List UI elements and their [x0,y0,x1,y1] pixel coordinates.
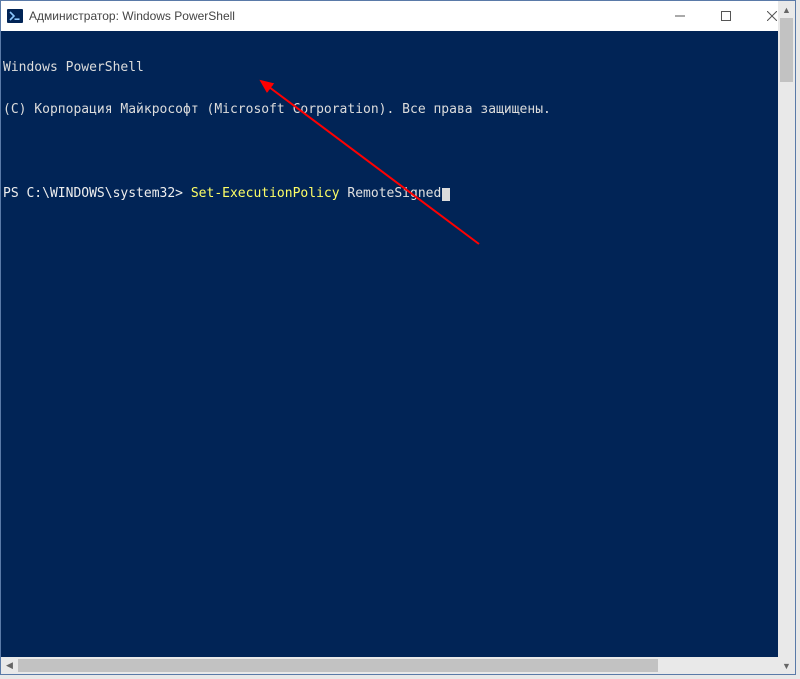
vscroll-thumb[interactable] [780,18,793,82]
terminal-area[interactable]: Windows PowerShell (С) Корпорация Майкро… [1,31,795,657]
command-cmdlet: Set-ExecutionPolicy [191,186,340,201]
scroll-up-button[interactable]: ▲ [778,1,795,18]
copyright-line: (С) Корпорация Майкрософт (Microsoft Cor… [3,103,795,117]
hscroll-track[interactable] [18,657,778,674]
annotation-arrow [1,31,795,657]
prompt-line: PS C:\WINDOWS\system32> Set-ExecutionPol… [3,187,795,201]
powershell-window: Администратор: Windows PowerShell Window… [0,0,796,675]
titlebar[interactable]: Администратор: Windows PowerShell [1,1,795,31]
horizontal-scrollbar[interactable]: ◀ ▶ [1,657,795,674]
prompt-text: PS C:\WINDOWS\system32> [3,186,191,201]
hscroll-thumb[interactable] [18,659,658,672]
maximize-button[interactable] [703,1,749,31]
command-argument: RemoteSigned [347,186,441,201]
window-title: Администратор: Windows PowerShell [29,9,235,23]
vertical-scrollbar[interactable]: ▲ ▼ [778,1,795,674]
minimize-button[interactable] [657,1,703,31]
cursor [442,188,450,201]
vscroll-track[interactable] [778,18,795,657]
powershell-icon [7,8,23,24]
scroll-left-button[interactable]: ◀ [1,657,18,674]
banner-line: Windows PowerShell [3,61,795,75]
blank-line [3,145,795,159]
scroll-down-button[interactable]: ▼ [778,657,795,674]
window-controls [657,1,795,31]
